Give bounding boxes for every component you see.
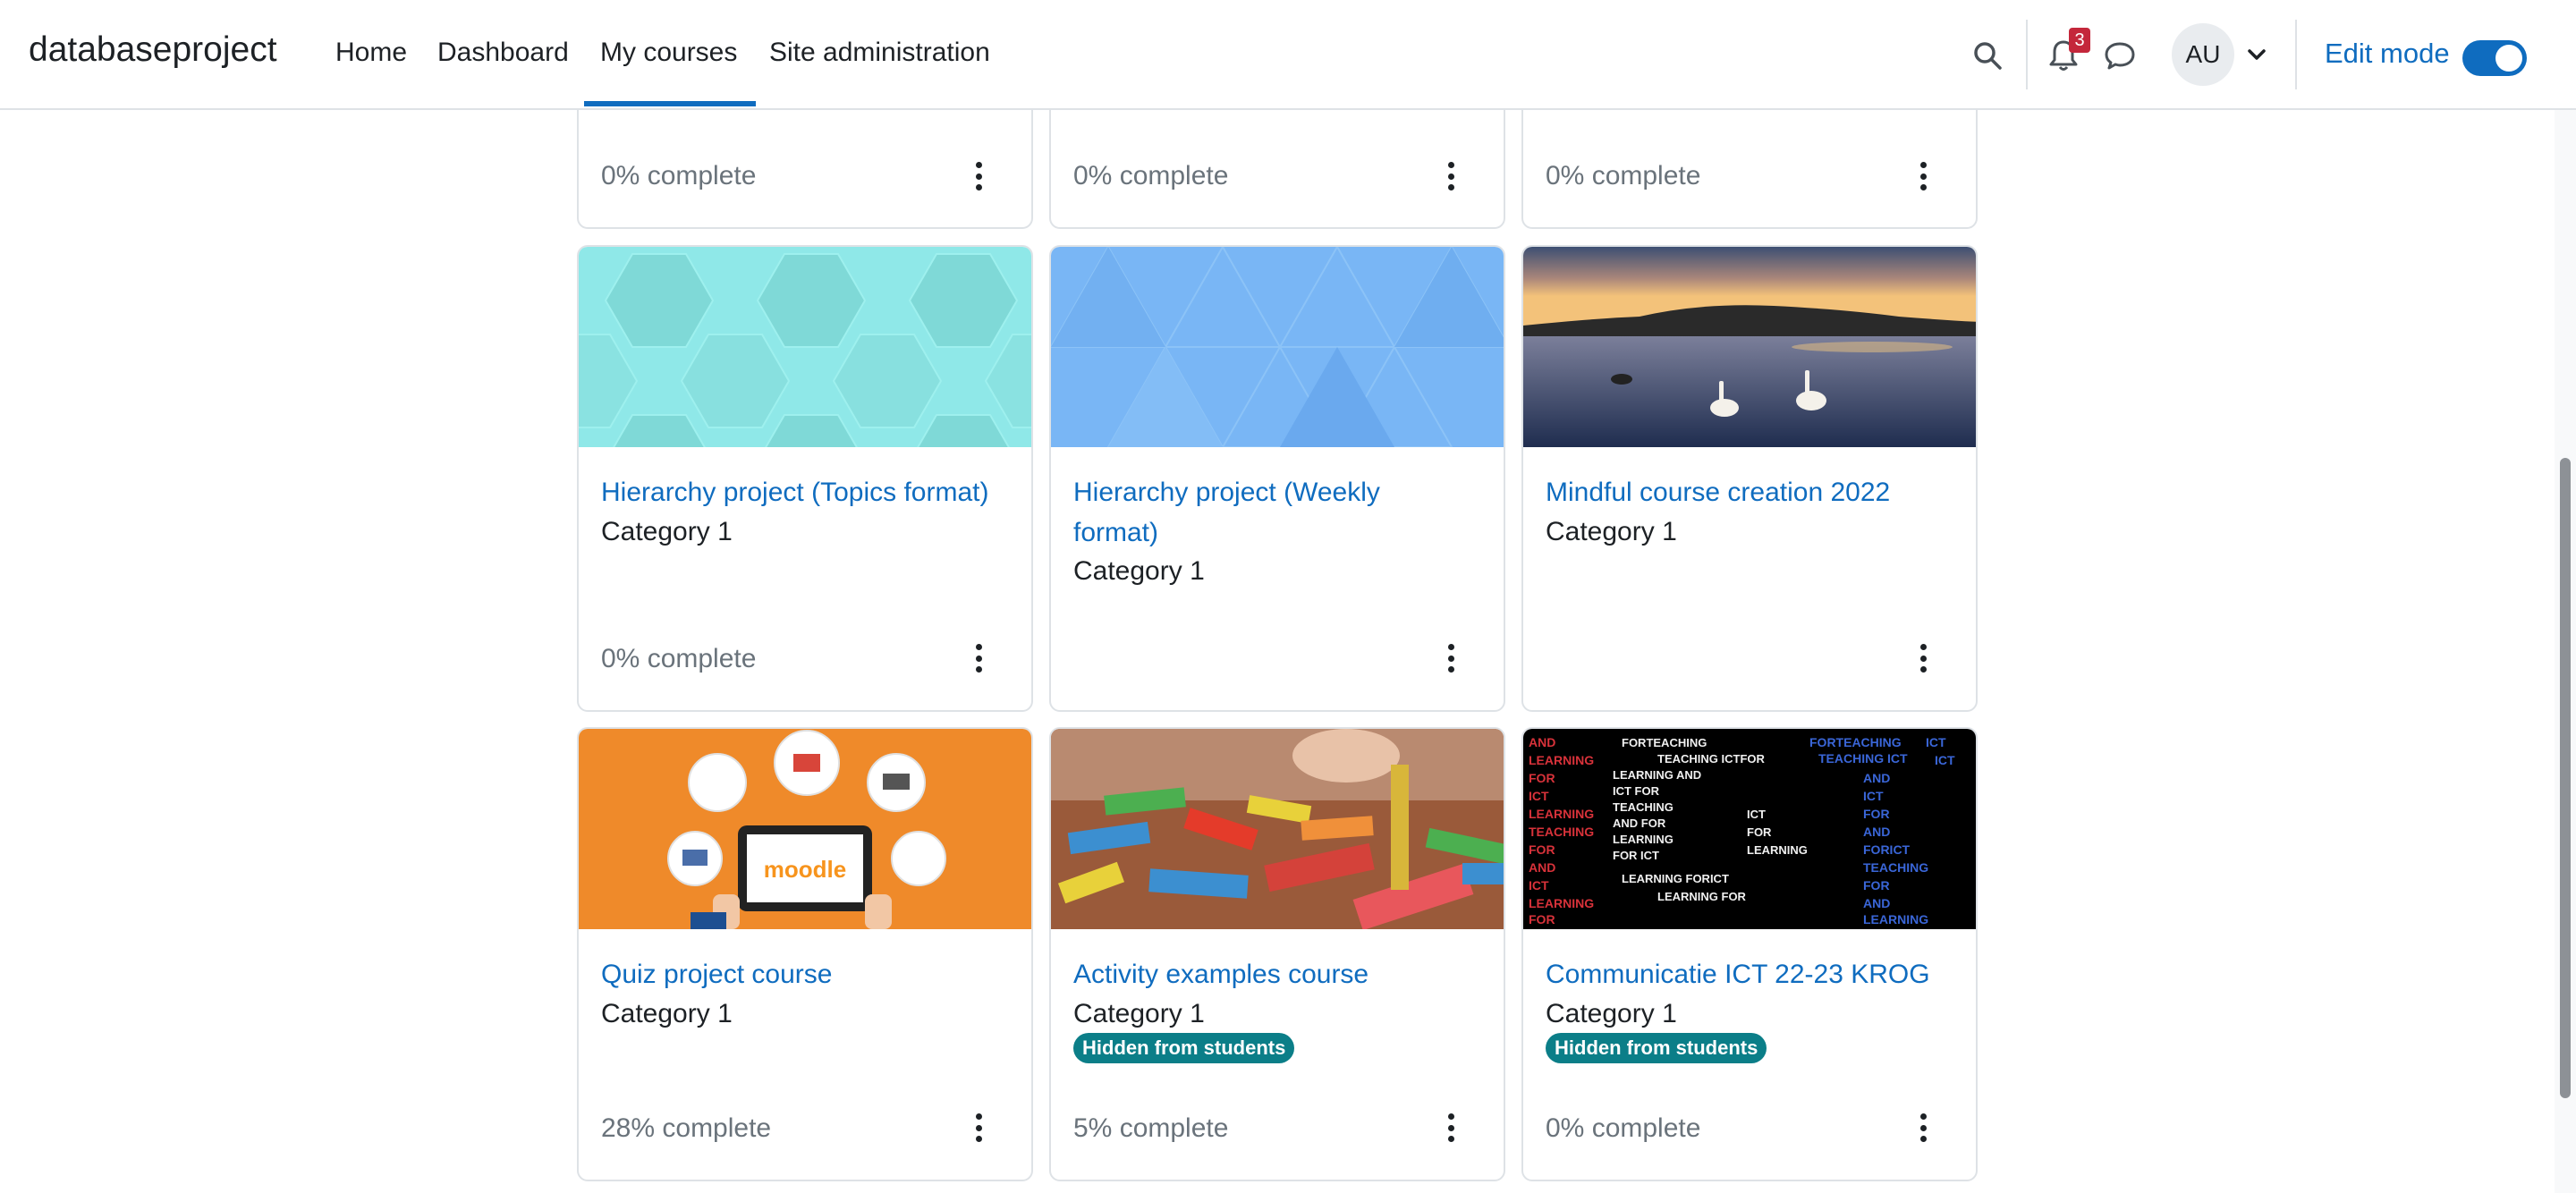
course-actions-menu-icon[interactable] [970,640,987,676]
course-category: Category 1 [601,999,733,1028]
course-category: Category 1 [1546,999,1677,1028]
svg-text:AND: AND [1863,825,1890,839]
svg-text:LEARNING: LEARNING [1613,833,1674,846]
svg-text:ICT: ICT [1747,808,1766,821]
svg-text:FOR: FOR [1747,825,1772,839]
course-image[interactable]: moodle [579,729,1031,929]
course-progress: 0% complete [1546,161,1701,190]
messages-icon[interactable] [2100,36,2140,75]
svg-text:AND: AND [1863,896,1890,910]
edit-mode-label: Edit mode [2325,38,2450,69]
svg-text:AND FOR: AND FOR [1613,816,1666,830]
svg-text:ICT: ICT [1935,753,1955,767]
course-card[interactable]: AND LEARNING FOR ICT LEARNING TEACHING FOR AN… [1521,727,1978,1181]
course-image[interactable] [1523,247,1976,447]
course-card[interactable]: Hierarchy project (Topics format) Catego… [577,245,1033,712]
hidden-from-students-badge: Hidden from students [1546,1033,1767,1063]
svg-text:LEARNING: LEARNING [1529,896,1594,910]
search-icon[interactable] [1968,36,2007,75]
svg-text:TEACHING: TEACHING [1613,800,1674,814]
course-title-link[interactable]: Activity examples course [1073,954,1494,994]
edit-mode-toggle[interactable] [2462,40,2527,76]
svg-text:LEARNING FOR: LEARNING FOR [1657,890,1747,903]
svg-text:AND: AND [1863,771,1890,785]
svg-text:FOR ICT: FOR ICT [1613,849,1659,862]
svg-text:TEACHING: TEACHING [1863,860,1928,875]
svg-text:LEARNING: LEARNING [1863,912,1928,926]
course-progress: 5% complete [1073,1113,1229,1143]
course-progress: 0% complete [1073,161,1229,190]
course-title-link[interactable]: Quiz project course [601,954,1021,994]
page-scrollbar-thumb[interactable] [2560,458,2571,1098]
svg-text:FOR: FOR [1529,842,1555,857]
nav-my-courses[interactable]: My courses [600,38,737,68]
course-actions-menu-icon[interactable] [1914,1110,1932,1146]
svg-text:FORTEACHING: FORTEACHING [1622,736,1707,749]
course-actions-menu-icon[interactable] [970,1110,987,1146]
navbar-divider [2295,20,2297,89]
course-progress: 0% complete [1546,1113,1701,1143]
course-title-link[interactable]: Hierarchy project (Topics format) [601,472,1021,512]
svg-text:ICT: ICT [1529,878,1549,893]
svg-text:TEACHING: TEACHING [1529,825,1594,839]
svg-text:ICT: ICT [1529,789,1549,803]
course-progress: 0% complete [601,644,757,673]
course-image[interactable] [579,247,1031,447]
course-title-link[interactable]: Hierarchy project (Weekly format) [1073,472,1467,553]
course-actions-menu-icon[interactable] [1914,640,1932,676]
top-navbar: databaseproject Home Dashboard My course… [0,0,2576,110]
svg-text:TEACHING ICT: TEACHING ICT [1818,751,1908,766]
course-category: Category 1 [601,517,733,546]
user-avatar[interactable]: AU [2172,23,2234,86]
chevron-down-icon[interactable] [2243,41,2270,68]
course-category: Category 1 [1073,556,1205,586]
nav-dashboard[interactable]: Dashboard [437,38,569,68]
course-title-link[interactable]: Communicatie ICT 22-23 KROG [1546,954,1966,994]
svg-text:AND: AND [1529,735,1555,749]
toggle-knob [2496,45,2522,72]
svg-text:FORTEACHING: FORTEACHING [1809,735,1902,749]
course-actions-menu-icon[interactable] [970,158,987,194]
svg-text:FOR: FOR [1529,771,1555,785]
course-progress: 28% complete [601,1113,772,1143]
course-title-link[interactable]: Mindful course creation 2022 [1546,472,1966,512]
svg-text:FOR: FOR [1529,912,1555,926]
svg-text:LEARNING: LEARNING [1747,843,1808,857]
svg-text:LEARNING AND: LEARNING AND [1613,768,1701,782]
course-card[interactable]: Hierarchy project (Weekly format) Catego… [1049,245,1505,712]
course-actions-menu-icon[interactable] [1914,158,1932,194]
svg-text:AND: AND [1529,860,1555,875]
svg-text:FORICT: FORICT [1863,842,1911,857]
course-card[interactable]: moodle Quiz project course Category 1 28… [577,727,1033,1181]
course-actions-menu-icon[interactable] [1442,158,1460,194]
course-image[interactable]: AND LEARNING FOR ICT LEARNING TEACHING FOR AN… [1523,729,1976,929]
notification-count-badge: 3 [2069,28,2090,53]
course-progress: 0% complete [601,161,757,190]
svg-text:ICT FOR: ICT FOR [1613,784,1660,798]
svg-text:ICT: ICT [1926,735,1946,749]
course-category: Category 1 [1073,999,1205,1028]
course-image[interactable] [1051,247,1504,447]
svg-text:TEACHING ICTFOR: TEACHING ICTFOR [1657,752,1765,766]
course-category: Category 1 [1546,517,1677,546]
svg-text:moodle: moodle [764,856,846,883]
svg-text:LEARNING: LEARNING [1529,807,1594,821]
svg-text:ICT: ICT [1863,789,1884,803]
hidden-from-students-badge: Hidden from students [1073,1033,1295,1063]
course-card[interactable]: Activity examples course Category 1 Hidd… [1049,727,1505,1181]
navbar-divider [2026,20,2028,89]
course-card[interactable]: Mindful course creation 2022 Category 1 [1521,245,1978,712]
course-image[interactable] [1051,729,1504,929]
course-actions-menu-icon[interactable] [1442,640,1460,676]
svg-text:LEARNING: LEARNING [1529,753,1594,767]
active-nav-indicator [584,101,756,106]
svg-text:FOR: FOR [1863,807,1890,821]
site-brand[interactable]: databaseproject [29,30,277,70]
nav-site-administration[interactable]: Site administration [769,38,990,68]
course-actions-menu-icon[interactable] [1442,1110,1460,1146]
nav-home[interactable]: Home [335,38,407,68]
svg-text:LEARNING FORICT: LEARNING FORICT [1622,872,1729,885]
svg-text:FOR: FOR [1863,878,1890,893]
